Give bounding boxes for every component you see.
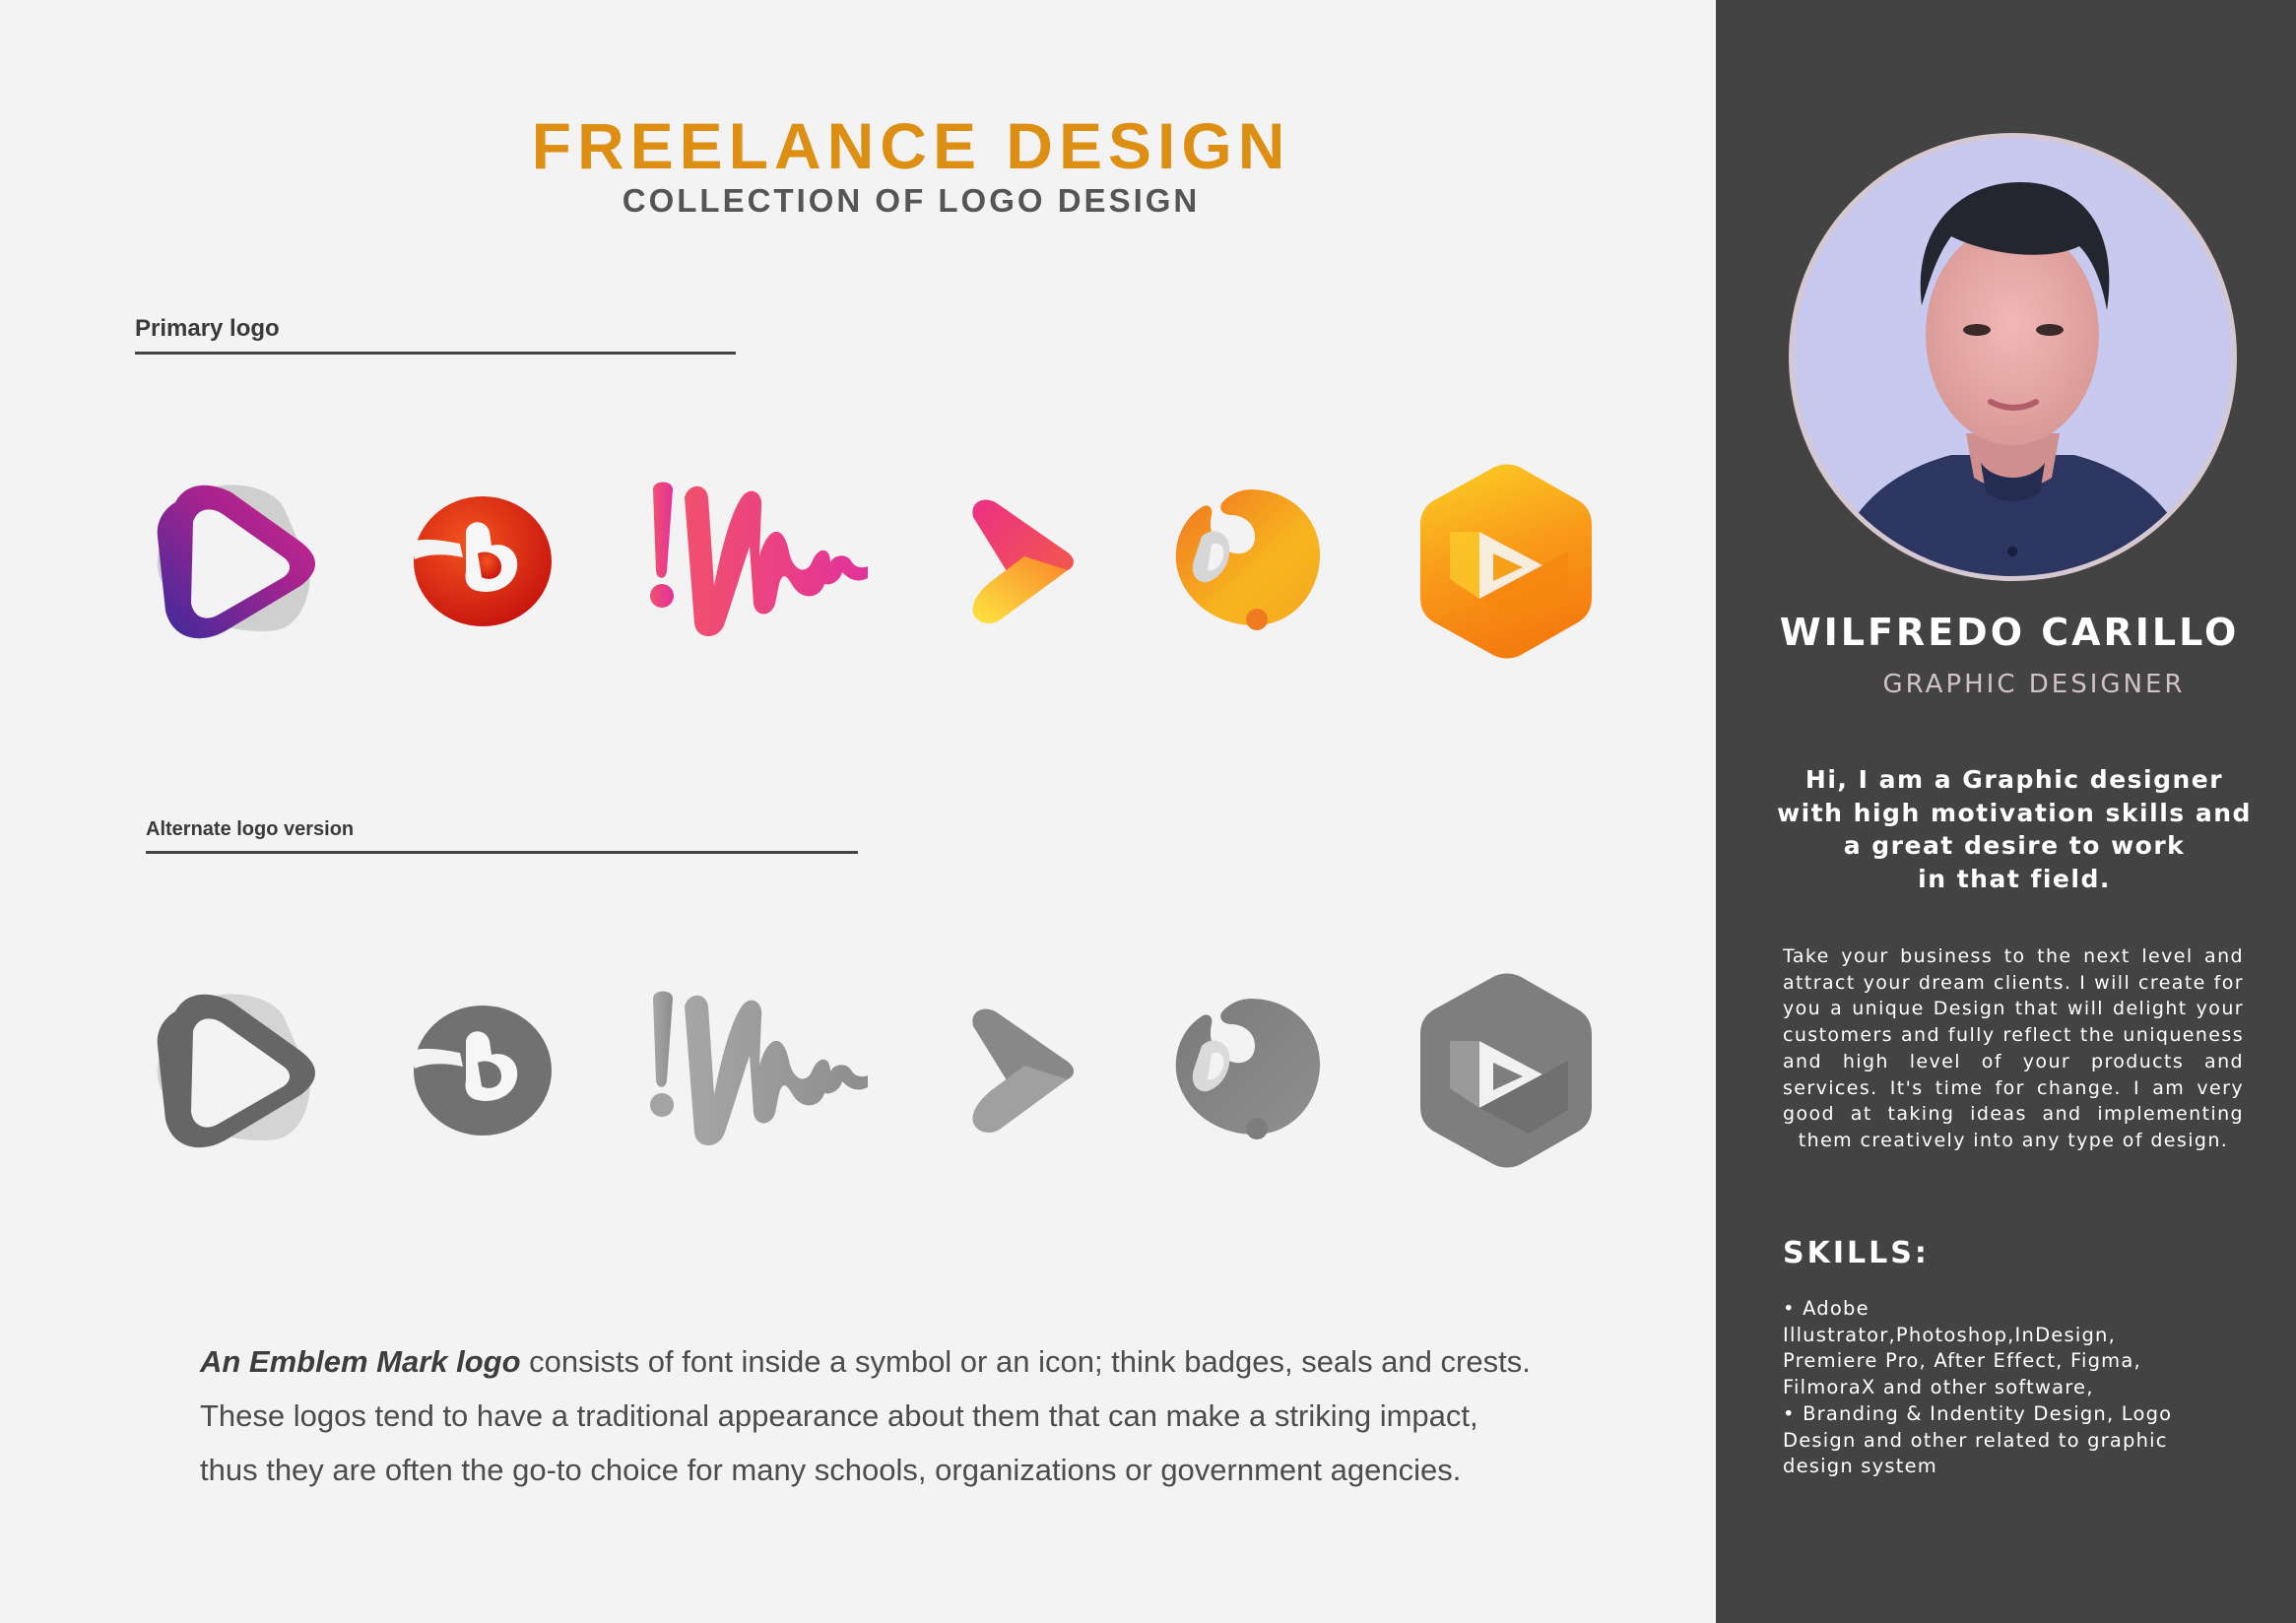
description-line-3: thus they are often the go-to choice for… bbox=[200, 1453, 1462, 1487]
profile-name: WILFREDO CARILLO bbox=[1779, 611, 2240, 654]
alternate-logo-divider bbox=[146, 851, 858, 854]
profile-about: Take your business to the next level and… bbox=[1783, 945, 2244, 1151]
intro-line: Hi, I am a Graphic designer bbox=[1804, 765, 2224, 794]
skills-line: Design and other related to graphic bbox=[1783, 1428, 2168, 1452]
alternate-logo-label: Alternate logo version bbox=[146, 818, 355, 840]
hexagon-play-logo-gray bbox=[1420, 973, 1592, 1168]
skills-line: Illustrator,Photoshop,InDesign, bbox=[1783, 1323, 2116, 1346]
portrait-photo bbox=[1794, 138, 2232, 576]
play-triangle-logo bbox=[157, 485, 315, 639]
skills-line: design system bbox=[1783, 1455, 1937, 1478]
skills-line: FilmoraX and other software, bbox=[1783, 1376, 2094, 1399]
intro-line: a great desire to work bbox=[1843, 831, 2186, 860]
primary-logo-divider bbox=[135, 352, 736, 355]
description-emphasis: An Emblem Mark logo bbox=[200, 1344, 521, 1379]
skills-line: • Adobe bbox=[1783, 1297, 1870, 1320]
skills-line: Premiere Pro, After Effect, Figma, bbox=[1783, 1349, 2141, 1373]
profile-intro: Hi, I am a Graphic designer with high mo… bbox=[1773, 763, 2256, 895]
swirl-circle-logo-gray bbox=[1175, 999, 1321, 1139]
swirl-circle-logo bbox=[1175, 489, 1321, 630]
intro-line: in that field. bbox=[1918, 864, 2111, 893]
soundwave-logo bbox=[650, 482, 868, 637]
letter-b-logo bbox=[411, 496, 552, 626]
play-arrow-logo bbox=[972, 499, 1074, 624]
avatar bbox=[1789, 133, 2237, 581]
description-line-1: An Emblem Mark logo consists of font ins… bbox=[200, 1334, 1579, 1389]
description-line-2: These logos tend to have a traditional a… bbox=[200, 1398, 1478, 1433]
page-subtitle: COLLECTION OF LOGO DESIGN bbox=[622, 182, 1201, 219]
intro-line: with high motivation skills and bbox=[1777, 798, 2252, 827]
profile-role: GRAPHIC DESIGNER bbox=[1882, 670, 2186, 699]
soundwave-logo-gray bbox=[650, 991, 868, 1146]
hexagon-play-logo bbox=[1420, 464, 1592, 659]
logo-showcase-panel: FREELANCE DESIGN COLLECTION OF LOGO DESI… bbox=[0, 0, 1716, 1623]
primary-logo-label: Primary logo bbox=[135, 315, 280, 342]
skills-line: • Branding & Indentity Design, Logo bbox=[1783, 1401, 2173, 1425]
page-title: FREELANCE DESIGN bbox=[531, 109, 1291, 182]
emblem-description: An Emblem Mark logo consists of font ins… bbox=[200, 1334, 1579, 1497]
description-line-1-text: consists of font inside a symbol or an i… bbox=[520, 1344, 1531, 1379]
skills-heading: SKILLS: bbox=[1783, 1236, 1930, 1270]
play-triangle-logo-gray bbox=[157, 994, 315, 1148]
play-arrow-logo-gray bbox=[972, 1008, 1074, 1134]
skills-list: • Adobe Illustrator,Photoshop,InDesign, … bbox=[1783, 1296, 2246, 1480]
letter-b-logo-gray bbox=[411, 1006, 552, 1136]
